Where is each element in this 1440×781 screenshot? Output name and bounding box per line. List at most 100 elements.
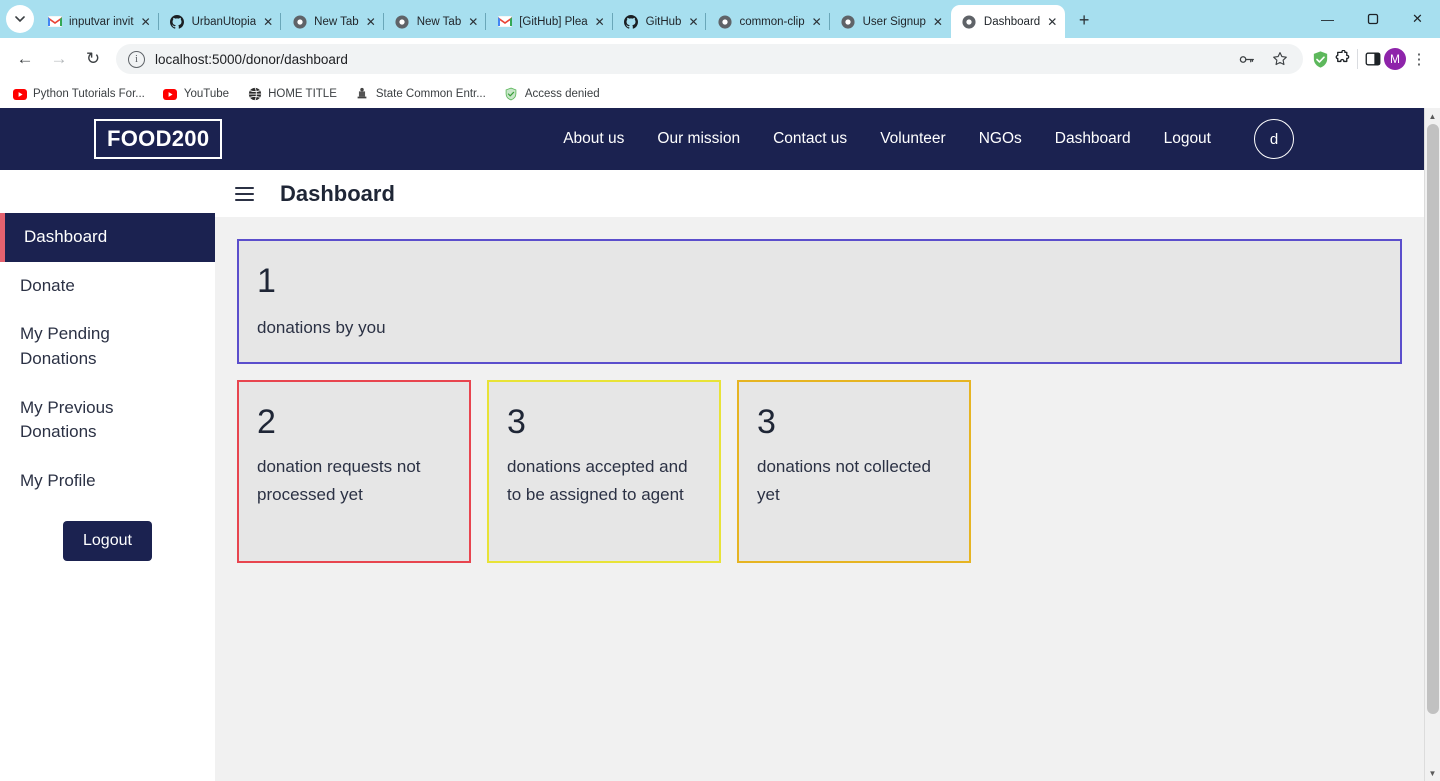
close-icon[interactable]: ✕	[366, 16, 377, 28]
sidebar-item-my-previous-donations[interactable]: My Previous Donations	[0, 384, 150, 457]
page-viewport: FOOD200 About us Our mission Contact us …	[0, 108, 1440, 781]
bookmarks-bar: Python Tutorials For... YouTube HOME TIT…	[0, 80, 1440, 108]
close-icon[interactable]: ✕	[141, 16, 152, 28]
nav-link-our-mission[interactable]: Our mission	[657, 130, 740, 148]
star-icon[interactable]	[1269, 48, 1291, 70]
logout-button[interactable]: Logout	[63, 521, 152, 562]
globe-icon	[247, 87, 262, 102]
browser-tab[interactable]: common-clip ✕	[705, 5, 829, 38]
stat-value: 2	[257, 403, 276, 441]
page-scrollbar[interactable]: ▲ ▼	[1424, 108, 1440, 781]
side-panel-icon[interactable]	[1362, 48, 1384, 70]
browser-tab[interactable]: New Tab ✕	[280, 5, 384, 38]
main-content: Dashboard 1 donations by you 2 donation …	[215, 170, 1424, 781]
close-icon[interactable]: ✕	[468, 16, 479, 28]
stat-value: 3	[507, 403, 526, 441]
browser-tab-active[interactable]: Dashboard ✕	[950, 5, 1066, 38]
browser-tab[interactable]: User Signup ✕	[828, 5, 951, 38]
bookmark-item[interactable]: State Common Entr...	[355, 87, 486, 102]
user-avatar[interactable]: d	[1254, 119, 1294, 159]
bookmark-item[interactable]: Access denied	[504, 87, 600, 102]
browser-tab[interactable]: [GitHub] Plea ✕	[485, 5, 612, 38]
site-logo[interactable]: FOOD200	[94, 119, 223, 159]
bookmark-item[interactable]: Python Tutorials For...	[12, 87, 145, 102]
page-title: Dashboard	[280, 180, 395, 206]
window-controls: — ✕	[1305, 0, 1440, 38]
close-icon[interactable]: ✕	[263, 16, 274, 28]
github-icon	[170, 14, 185, 29]
sidebar-item-dashboard[interactable]: Dashboard	[0, 213, 215, 262]
stat-label: donations by you	[257, 318, 386, 338]
nav-link-contact-us[interactable]: Contact us	[773, 130, 847, 148]
browser-menu-button[interactable]: ⋮	[1406, 42, 1432, 76]
close-icon[interactable]: ✕	[812, 16, 823, 28]
site-info-icon[interactable]: i	[128, 50, 145, 68]
gmail-icon	[497, 14, 512, 29]
profile-initial: M	[1384, 48, 1406, 70]
address-bar[interactable]: i localhost:5000/donor/dashboard	[116, 44, 1303, 74]
bookmark-label: HOME TITLE	[268, 88, 337, 100]
content-header: Dashboard	[215, 170, 1424, 217]
puzzle-piece-icon[interactable]	[1331, 48, 1353, 70]
profile-avatar[interactable]: M	[1384, 48, 1406, 70]
chrome-icon	[962, 14, 977, 29]
minimize-button[interactable]: —	[1305, 0, 1350, 38]
key-icon[interactable]	[1235, 48, 1257, 70]
stat-card-requests-not-processed: 2 donation requests not processed yet	[237, 380, 471, 563]
hamburger-icon[interactable]	[235, 186, 254, 201]
chrome-icon	[292, 14, 307, 29]
github-icon	[624, 14, 639, 29]
sidebar-item-label: My Pending Donations	[20, 324, 110, 368]
stat-card-row: 2 donation requests not processed yet 3 …	[237, 380, 1402, 563]
stat-value: 1	[257, 262, 276, 300]
maximize-button[interactable]	[1350, 0, 1395, 38]
back-button[interactable]: ←	[8, 42, 42, 76]
close-icon[interactable]: ✕	[595, 16, 606, 28]
site-header: FOOD200 About us Our mission Contact us …	[0, 108, 1424, 170]
forward-button[interactable]: →	[42, 42, 76, 76]
youtube-icon	[163, 87, 178, 102]
sidebar-item-my-pending-donations[interactable]: My Pending Donations	[0, 310, 150, 383]
browser-tab[interactable]: GitHub ✕	[611, 5, 707, 38]
nav-link-ngos[interactable]: NGOs	[979, 130, 1022, 148]
tab-search-button[interactable]	[6, 5, 34, 33]
tab-title: New Tab	[416, 15, 462, 28]
bookmark-label: YouTube	[183, 88, 230, 100]
nav-link-about-us[interactable]: About us	[563, 130, 624, 148]
chrome-icon	[717, 14, 732, 29]
close-icon[interactable]: ✕	[1047, 16, 1058, 28]
chrome-icon	[395, 14, 410, 29]
sidebar-item-label: Donate	[20, 275, 75, 295]
browser-tab[interactable]: New Tab ✕	[382, 5, 487, 38]
gmail-icon	[47, 14, 62, 29]
nav-link-logout[interactable]: Logout	[1164, 130, 1211, 148]
bookmark-label: State Common Entr...	[375, 88, 486, 100]
nav-link-volunteer[interactable]: Volunteer	[880, 130, 946, 148]
scrollbar-thumb[interactable]	[1427, 124, 1439, 714]
stat-card-accepted-awaiting-agent: 3 donations accepted and to be assigned …	[487, 380, 721, 563]
page-body: Dashboard Donate My Pending Donations My…	[0, 170, 1424, 781]
sidebar-item-label: My Profile	[20, 470, 96, 490]
browser-tab[interactable]: UrbanUtopia ✕	[157, 5, 282, 38]
sidebar-item-my-profile[interactable]: My Profile	[0, 457, 215, 506]
sidebar-item-donate[interactable]: Donate	[0, 262, 215, 311]
stat-card-not-collected-yet: 3 donations not collected yet	[737, 380, 971, 563]
nav-link-dashboard[interactable]: Dashboard	[1055, 130, 1131, 148]
bookmark-label: Python Tutorials For...	[33, 88, 145, 100]
reload-button[interactable]: ↻	[76, 42, 110, 76]
tab-title: New Tab	[314, 15, 359, 28]
bookmark-item[interactable]: HOME TITLE	[247, 87, 337, 102]
scroll-up-arrow[interactable]: ▲	[1425, 108, 1440, 124]
new-tab-button[interactable]: +	[1071, 7, 1097, 33]
emblem-icon	[355, 87, 370, 102]
close-icon[interactable]: ✕	[933, 16, 944, 28]
bookmark-item[interactable]: YouTube	[163, 87, 229, 102]
browser-tab[interactable]: inputvar invit ✕	[36, 5, 159, 38]
tab-title: Dashboard	[983, 15, 1041, 28]
shield-icon[interactable]	[1309, 48, 1331, 70]
scroll-down-arrow[interactable]: ▼	[1425, 765, 1440, 781]
sidebar: Dashboard Donate My Pending Donations My…	[0, 170, 215, 781]
close-window-button[interactable]: ✕	[1395, 0, 1440, 38]
close-icon[interactable]: ✕	[688, 16, 699, 28]
sidebar-item-label: Dashboard	[24, 227, 108, 246]
